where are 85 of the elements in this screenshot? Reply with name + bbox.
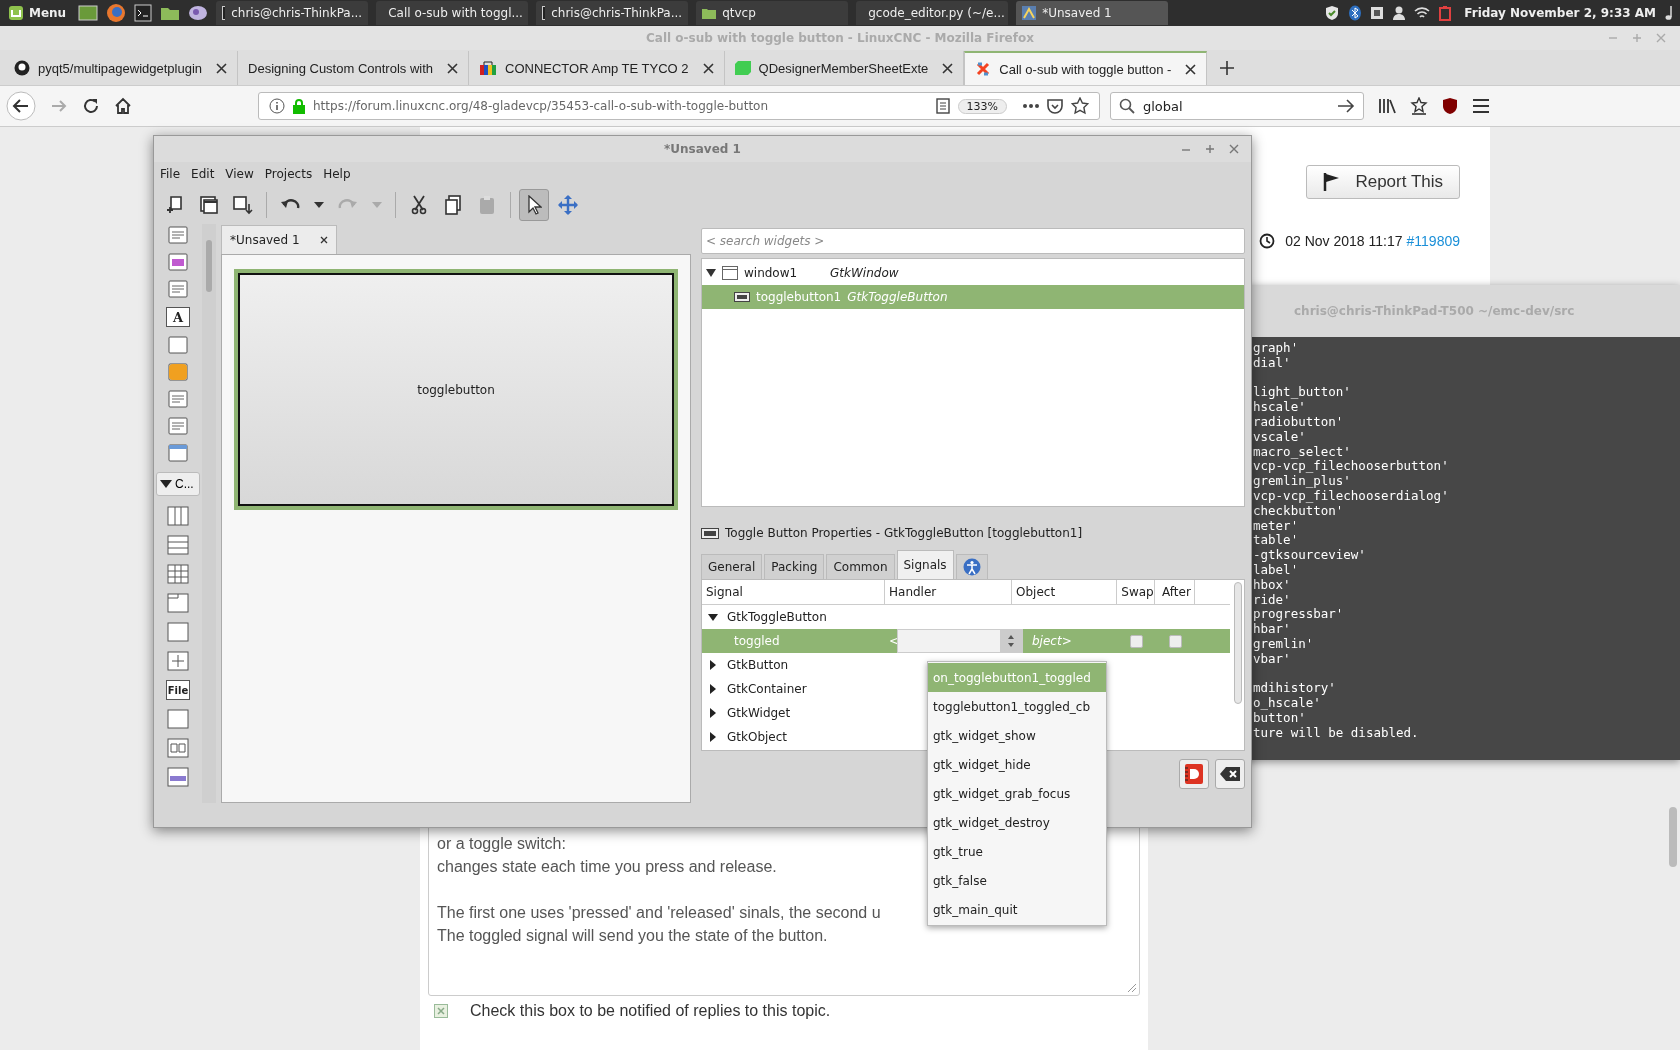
taskbar-window-button[interactable]: chris@chris-ThinkPa... [536,1,689,25]
browser-tab[interactable]: Designing Custom Controls with [238,51,470,85]
terminal-line: vbar' [1253,651,1291,667]
signal-group-row[interactable]: GtkContainer [702,677,813,701]
tree-row[interactable]: window1 GtkWindow [702,261,1244,285]
palette-group-button[interactable]: C... [156,472,200,496]
browser-tab[interactable]: pyqt5/multipagewidgetplugin [4,51,239,85]
window-title: Call o-sub with toggle button - LinuxCNC - Mozilla Firefox [646,31,1034,45]
taskbar-window-button[interactable]: chris@chris-ThinkPa... [216,1,369,25]
notify-label: Check this box to be notified of replies to this topic. [470,1002,831,1020]
terminal-line: vcp-vcp_filechooserbutton' [1253,459,1449,475]
properties-tab[interactable]: Signals [896,550,954,579]
suggestion-item[interactable]: gtk_false [928,866,1106,895]
terminal-line: o_hscale' [1253,696,1321,711]
signal-group-row[interactable]: GtkObject [702,725,794,749]
browser-tab[interactable]: QDesignerMemberSheetExte [724,51,965,85]
address-bar[interactable]: https://forum.linuxcnc.org/48-gladevcp/35453-call-o-sub-with-toggle-button 133% [258,92,1100,120]
terminal-line: dial' [1253,355,1291,371]
terminal-line: mdihistory' [1253,681,1336,697]
terminal-line: hscale' [1253,400,1306,415]
column-header[interactable]: Signal [702,580,885,604]
reply-text-line: The first one uses 'pressed' and 'released' sinals, the second u [437,903,881,923]
column-header[interactable]: Object [1012,580,1117,604]
suggestion-item[interactable]: gtk_true [928,837,1106,866]
terminal-line: vcp-vcp_filechooserdialog' [1253,488,1449,504]
terminal-line: radiobutton' [1253,415,1344,430]
column-header[interactable]: Handler [885,580,1012,604]
terminal-line: checkbutton' [1253,503,1344,519]
window-title: *Unsaved 1 [664,142,741,156]
terminal-line: -gtksourceview' [1253,548,1366,563]
reply-text-line: The toggled signal will send you the state of the button. [437,926,828,946]
properties-tab[interactable]: General [701,554,763,579]
signal-group-row[interactable]: GtkButton [702,653,795,677]
taskbar-window-button[interactable]: *Unsaved 1 [1016,1,1169,25]
terminal-line: hbox' [1253,577,1291,593]
taskbar-window-button[interactable]: qtvcp [696,1,849,25]
suggestion-item[interactable]: togglebutton1_toggled_cb [928,692,1106,721]
terminal-line: button' [1253,710,1306,726]
menu-item[interactable]: Projects [264,167,313,181]
terminal-line: gremlin' [1253,636,1314,652]
clock[interactable]: Friday November 2, 9:33 AM [1464,6,1656,20]
zoom-level-button[interactable]: 133% [957,98,1007,114]
suggestion-item[interactable]: gtk_widget_destroy [928,808,1106,837]
terminal-line: label' [1253,562,1299,578]
terminal-line: light_button' [1253,385,1351,401]
menu-item[interactable]: File [160,167,181,181]
toggle-button[interactable]: togglebutton [238,273,674,506]
palette-file-icon[interactable]: File [166,680,190,700]
terminal-line: vscale' [1253,429,1306,445]
document-tab[interactable]: *Unsaved 1 [221,225,337,254]
terminal-line: meter' [1253,518,1299,534]
reply-text-line: changes state each time you press and release. [437,857,777,877]
taskbar-window-button[interactable]: Call o-sub with toggl... [376,1,529,25]
column-header[interactable]: Swap [1117,580,1155,604]
reply-text-line: or a toggle switch: [437,834,566,854]
signal-group-row[interactable]: GtkWidget [702,701,797,725]
terminal-line: graph' [1253,341,1299,356]
terminal-line: ride' [1253,592,1291,608]
menu-item[interactable]: Edit [191,167,215,181]
properties-tab[interactable]: Packing [764,554,825,579]
properties-title: Toggle Button Properties - GtkToggleButton [togglebutton1] [725,526,1083,540]
suggestion-item[interactable]: gtk_widget_show [928,721,1106,750]
search-field[interactable]: < search widgets > [701,228,1245,254]
search-field[interactable]: global [1110,92,1364,120]
menu-item[interactable]: View [225,167,254,181]
palette-label-icon[interactable]: A [166,307,190,327]
browser-tab[interactable]: Call o-sub with toggle button - [964,51,1208,85]
signal-group-row[interactable]: GtkToggleButton [702,605,833,629]
terminal-line: table' [1253,533,1299,549]
properties-tab[interactable]: Common [826,554,895,579]
report-button[interactable]: Report This [1306,165,1460,199]
post-link[interactable]: #119809 [1406,233,1460,249]
post-time: 02 Nov 2018 11:17 [1285,233,1403,249]
suggestion-item[interactable]: gtk_main_quit [928,895,1106,924]
browser-tab[interactable]: CONNECTOR Amp TE TYCO 2 [469,51,725,85]
terminal-line: gremlin_plus' [1253,474,1351,489]
taskbar-window-button[interactable]: gcode_editor.py (~/e... [856,1,1009,25]
menu-item[interactable]: Help [323,167,351,181]
column-header[interactable]: After [1155,580,1195,604]
suggestion-item[interactable]: gtk_widget_grab_focus [928,779,1106,808]
terminal-line: progressbar' [1253,607,1344,623]
terminal-line: macro_select' [1253,444,1351,460]
menu-button[interactable]: Menu [4,5,71,21]
terminal-line: hbar' [1253,622,1291,637]
terminal-line: ture will be disabled. [1253,725,1419,741]
